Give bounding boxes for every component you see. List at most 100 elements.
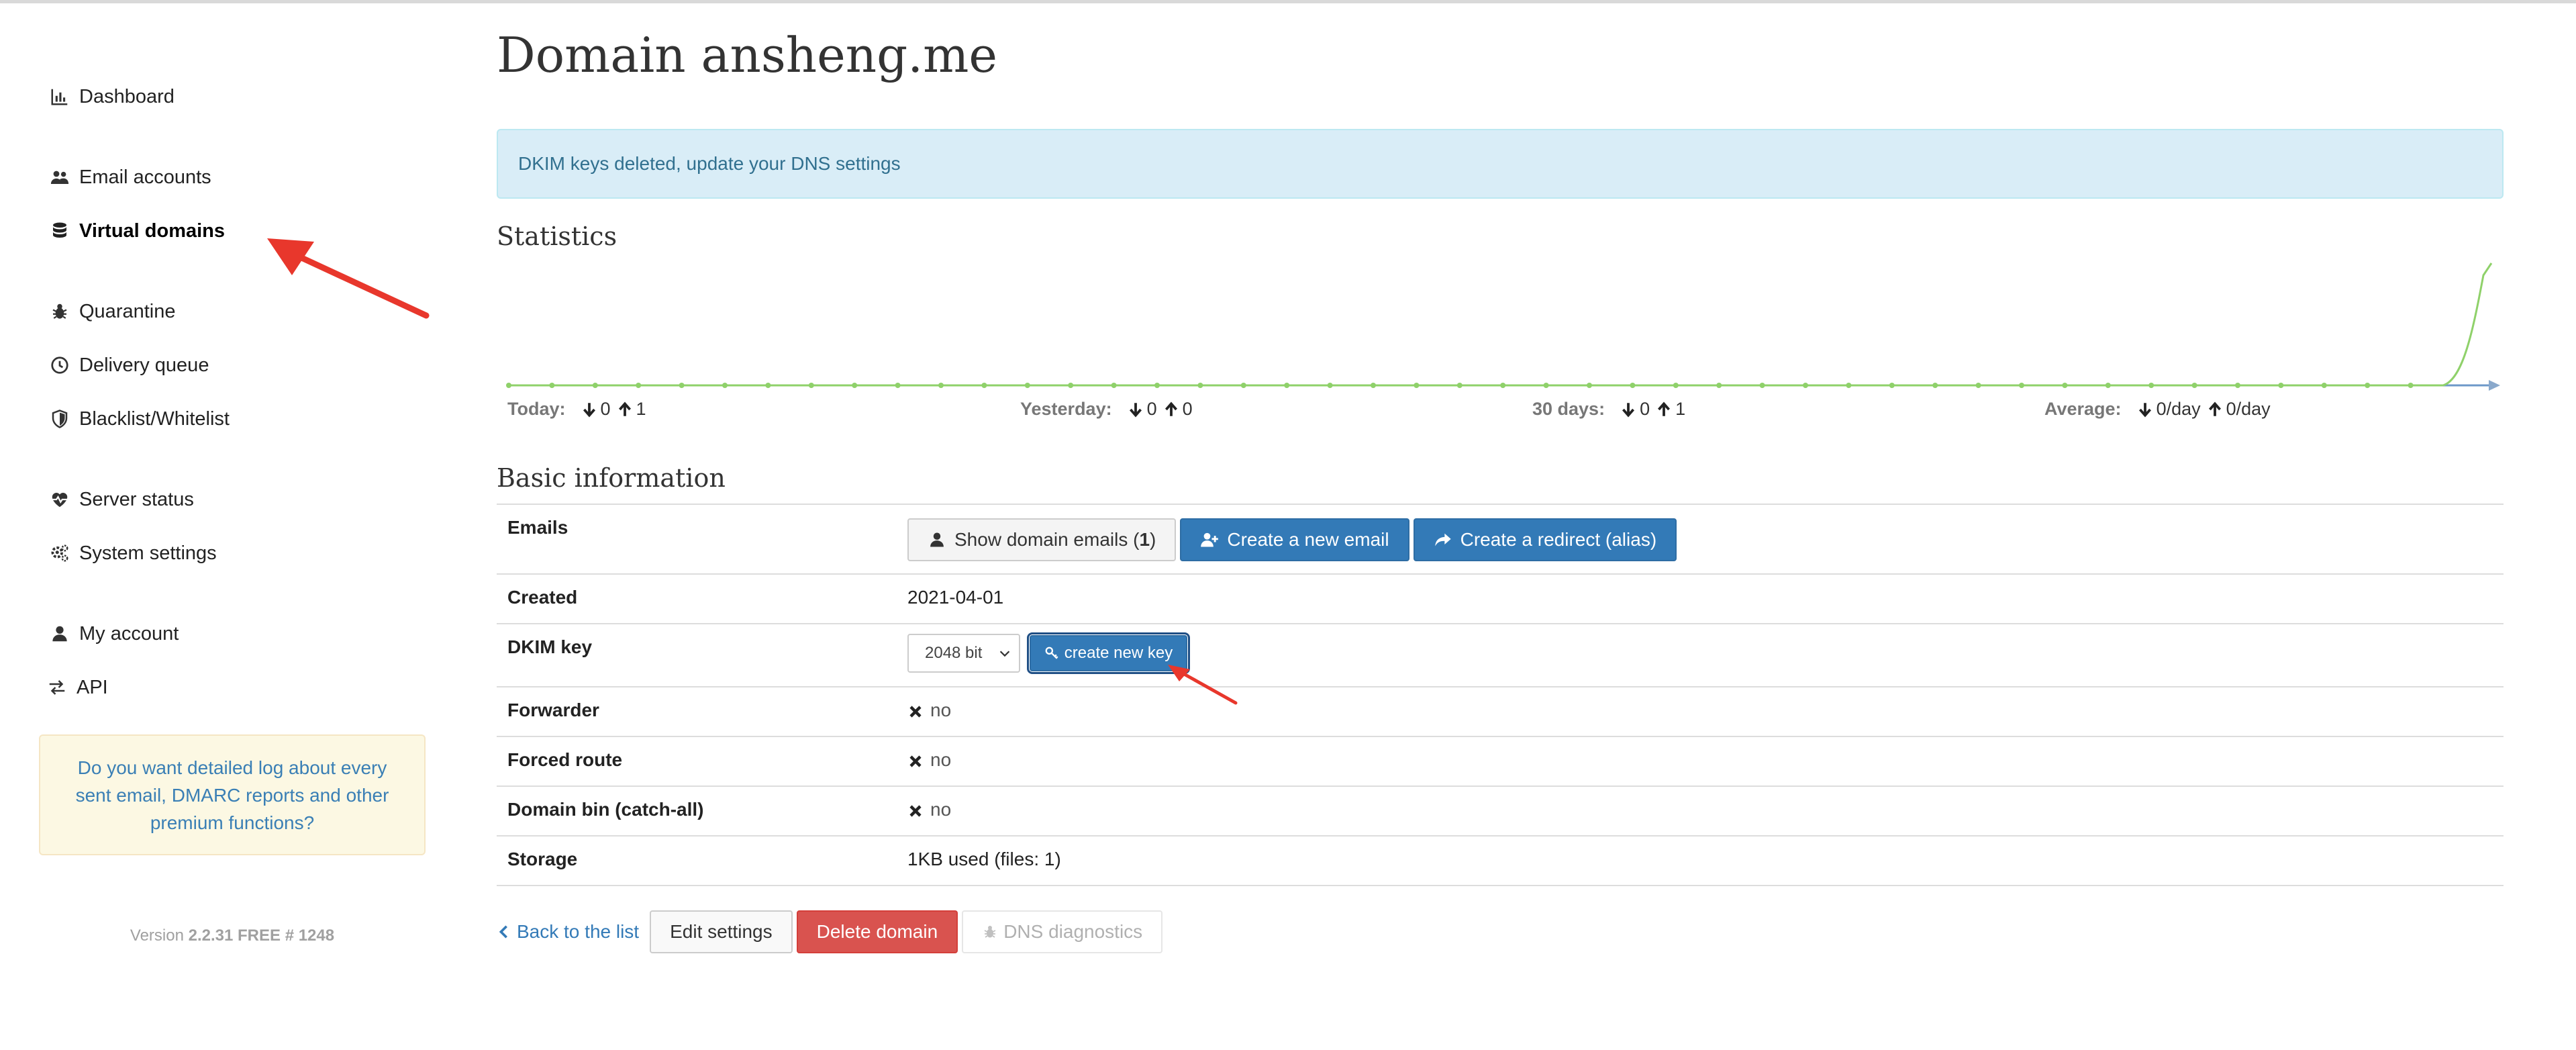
row-value: Show domain emails (1) Create a new emai… [907,504,2504,574]
stat-label: Yesterday: [1020,399,1112,419]
sidebar: Dashboard Email accounts Virtual domains… [0,0,456,1050]
button-label: Create a redirect (alias) [1460,529,1657,550]
domain-bin-value: no [930,799,952,820]
table-row: DKIM key 2048 bit create new key [497,623,2504,687]
row-value: no [907,686,2504,736]
create-redirect-button[interactable]: Create a redirect (alias) [1413,518,1677,561]
exchange-icon [46,676,68,699]
sidebar-item-quarantine[interactable]: Quarantine [48,291,176,332]
chevron-left-icon [499,925,507,939]
premium-promo-link[interactable]: Do you want detailed log about every sen… [39,734,426,855]
statistics-summary: Today: 0 1 Yesterday: 0 0 30 days: 0 1 A… [507,399,2521,426]
dns-diagnostics-button[interactable]: DNS diagnostics [962,910,1163,953]
heartbeat-icon [48,488,71,511]
create-new-key-button[interactable]: create new key [1026,632,1191,674]
sidebar-item-blacklist-whitelist[interactable]: Blacklist/Whitelist [48,399,230,439]
sidebar-item-label: Delivery queue [79,354,209,376]
stat-sent: 0/day [2226,399,2271,419]
row-label: Domain bin (catch-all) [497,785,907,836]
create-new-email-button[interactable]: Create a new email [1180,518,1409,561]
sidebar-item-delivery-queue[interactable]: Delivery queue [48,345,209,385]
stat-label: Average: [2044,399,2122,419]
share-icon [1434,533,1451,546]
user-plus-icon [1201,532,1219,547]
row-value: no [907,785,2504,836]
arrow-up-icon [616,401,634,418]
button-label: create new key [1064,644,1173,662]
statistics-heading: Statistics [497,222,617,251]
stat-label: Today: [507,399,566,419]
database-icon [48,220,71,242]
key-icon [1045,647,1058,659]
select-value: 2048 bit [925,644,983,662]
row-label: Emails [497,504,907,574]
arrow-up-icon [1655,401,1673,418]
sidebar-item-system-settings[interactable]: System settings [48,533,217,573]
gears-icon [48,542,71,565]
bug-icon [48,300,71,323]
action-bar: Back to the list Edit settings Delete do… [497,910,1167,953]
stat-received: 0/day [2156,399,2201,419]
dkim-key-size-select[interactable]: 2048 bit [907,634,1020,673]
chart-axis-arrow [2489,380,2500,391]
sidebar-item-label: Blacklist/Whitelist [79,408,230,430]
table-row: Created 2021-04-01 [497,573,2504,624]
sidebar-item-label: My account [79,622,179,645]
sidebar-item-label: API [77,676,108,698]
button-label: Create a new email [1227,529,1389,550]
row-label: Storage [497,835,907,886]
button-label: DNS diagnostics [1003,921,1143,942]
created-date: 2021-04-01 [907,573,2504,624]
sidebar-item-email-accounts[interactable]: Email accounts [48,157,211,197]
sidebar-item-my-account[interactable]: My account [48,614,179,654]
clock-icon [48,354,71,377]
sidebar-item-label: Virtual domains [79,220,226,242]
table-row: Forced route no [497,736,2504,786]
arrow-down-icon [581,401,598,418]
user-icon [48,622,71,645]
table-row: Storage 1KB used (files: 1) [497,835,2504,886]
info-alert: DKIM keys deleted, update your DNS setti… [497,129,2504,199]
close-icon [907,704,924,720]
close-icon [907,803,924,819]
table-row: Forwarder no [497,686,2504,736]
sidebar-item-api[interactable]: API [46,667,108,708]
email-count: 1 [1139,529,1150,550]
show-domain-emails-button[interactable]: Show domain emails (1) [907,518,1177,561]
arrow-down-icon [1620,401,1637,418]
stat-average: Average: 0/day 0/day [2044,399,2273,420]
page-title: Domain ansheng.me [497,27,998,83]
sidebar-item-virtual-domains[interactable]: Virtual domains [48,211,225,251]
back-to-list-link[interactable]: Back to the list [497,921,639,943]
sidebar-item-label: Email accounts [79,166,211,188]
basic-info-table: Emails Show domain emails (1) Create a n… [497,504,2504,886]
statistics-chart [506,262,2500,391]
sidebar-item-label: Quarantine [79,300,176,322]
close-icon [907,753,924,769]
row-label: Created [497,573,907,624]
row-label: DKIM key [497,623,907,687]
sidebar-item-server-status[interactable]: Server status [48,479,194,520]
stat-received: 0 [600,399,611,419]
sidebar-item-dashboard[interactable]: Dashboard [48,77,175,117]
row-value: 2048 bit create new key [907,623,2504,687]
button-label-close: ) [1150,529,1156,550]
row-label: Forced route [497,736,907,786]
stat-sent: 1 [636,399,646,419]
edit-settings-button[interactable]: Edit settings [650,910,793,953]
arrow-down-icon [2136,401,2154,418]
row-label: Forwarder [497,686,907,736]
user-icon [930,532,944,547]
stat-today: Today: 0 1 [507,399,649,420]
shield-icon [48,408,71,430]
delete-domain-button[interactable]: Delete domain [796,910,958,953]
row-value: no [907,736,2504,786]
table-row: Emails Show domain emails (1) Create a n… [497,504,2504,574]
users-icon [48,166,71,189]
chart-uptick-line [2442,262,2493,387]
bug-icon [984,926,996,938]
basic-information-heading: Basic information [497,463,726,493]
stat-30-days: 30 days: 0 1 [1532,399,1688,420]
stat-sent: 1 [1675,399,1686,419]
arrow-down-icon [1127,401,1144,418]
